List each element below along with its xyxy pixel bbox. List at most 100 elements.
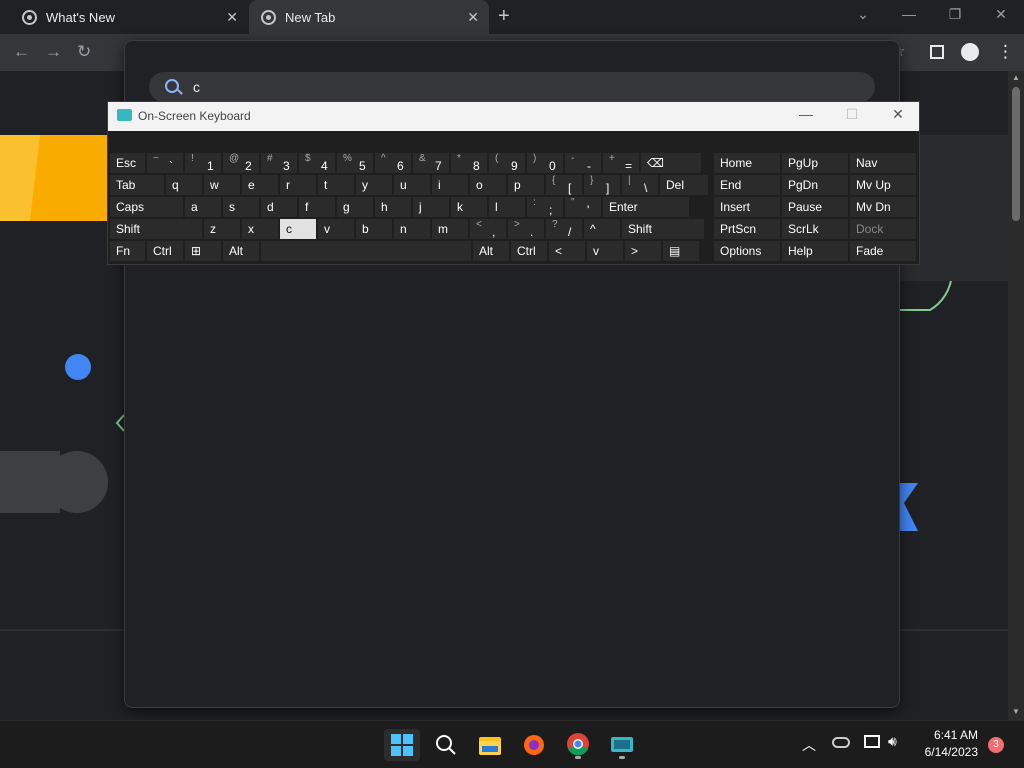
key-pgdn[interactable]: PgDn — [782, 175, 848, 195]
key-symbol[interactable]: " ' — [565, 197, 601, 217]
key-v[interactable]: v — [587, 241, 623, 261]
page-scrollbar[interactable]: ▲ ▼ — [1008, 71, 1024, 720]
key-6[interactable]: ^ 6 — [375, 153, 411, 173]
key-5[interactable]: % 5 — [337, 153, 373, 173]
key-3[interactable]: #3 — [261, 153, 297, 173]
key-symbol[interactable]: ~ ` — [147, 153, 183, 173]
key-alt[interactable]: Alt — [473, 241, 509, 261]
osk-minimize-icon[interactable]: — — [786, 106, 826, 128]
key-enter[interactable]: Enter — [603, 197, 689, 217]
key-up[interactable]: ^ — [584, 219, 620, 239]
key-m[interactable]: m — [432, 219, 468, 239]
key-symbol[interactable]: <, — [470, 219, 506, 239]
key-right[interactable]: > — [625, 241, 661, 261]
search-button[interactable] — [428, 729, 464, 761]
back-icon[interactable]: ← — [13, 42, 30, 62]
key-7[interactable]: & 7 — [413, 153, 449, 173]
key-j[interactable]: j — [413, 197, 449, 217]
close-tab-icon[interactable]: ✕ — [467, 9, 479, 26]
key-t[interactable]: t — [318, 175, 354, 195]
key-end[interactable]: End — [714, 175, 780, 195]
key-a[interactable]: a — [185, 197, 221, 217]
key-s[interactable]: s — [223, 197, 259, 217]
key-symbol[interactable]: >. — [508, 219, 544, 239]
key-help[interactable]: Help — [782, 241, 848, 261]
tab-whats-new[interactable]: What's New ✕ — [10, 0, 248, 34]
key-e[interactable]: e — [242, 175, 278, 195]
key-del[interactable]: Del — [660, 175, 708, 195]
key-mv-up[interactable]: Mv Up — [850, 175, 916, 195]
osk-title-bar[interactable]: On-Screen Keyboard — ☐ ✕ — [108, 102, 919, 131]
key-fn[interactable]: Fn — [110, 241, 145, 261]
tab-search-icon[interactable]: ⌄ — [840, 6, 886, 23]
key-prtscn[interactable]: PrtScn — [714, 219, 780, 239]
key-2[interactable]: @2 — [223, 153, 259, 173]
reload-icon[interactable]: ↻ — [77, 42, 91, 62]
chrome-button[interactable] — [560, 729, 596, 761]
key-ctrl[interactable]: Ctrl — [147, 241, 183, 261]
profile-icon[interactable] — [961, 43, 979, 61]
key-left[interactable]: < — [549, 241, 585, 261]
key-backspace[interactable]: ⌫ — [641, 153, 701, 173]
tab-new-tab[interactable]: New Tab ✕ — [249, 0, 489, 34]
volume-icon[interactable]: 🔊︎ — [888, 733, 897, 750]
key-v[interactable]: v — [318, 219, 354, 239]
menu-icon[interactable]: ⋮ — [997, 42, 1014, 62]
osk-close-icon[interactable]: ✕ — [878, 106, 918, 128]
key-z[interactable]: z — [204, 219, 240, 239]
key-ctrl[interactable]: Ctrl — [511, 241, 547, 261]
forward-icon[interactable]: → — [45, 42, 62, 62]
scroll-up-icon[interactable]: ▲ — [1012, 73, 1020, 82]
key-symbol[interactable]: -- — [565, 153, 601, 173]
key-n[interactable]: n — [394, 219, 430, 239]
key-k[interactable]: k — [451, 197, 487, 217]
osk-maximize-icon[interactable]: ☐ — [832, 106, 872, 128]
key-shift[interactable]: Shift — [110, 219, 202, 239]
network-icon[interactable] — [864, 735, 880, 748]
key-pause[interactable]: Pause — [782, 197, 848, 217]
key-insert[interactable]: Insert — [714, 197, 780, 217]
key-1[interactable]: ! 1 — [185, 153, 221, 173]
key-w[interactable]: w — [204, 175, 240, 195]
key-tab[interactable]: Tab — [110, 175, 164, 195]
key-f[interactable]: f — [299, 197, 335, 217]
key-symbol[interactable]: ? / — [546, 219, 582, 239]
key-esc[interactable]: Esc — [110, 153, 145, 173]
key-alt[interactable]: Alt — [223, 241, 259, 261]
key-fade[interactable]: Fade — [850, 241, 916, 261]
key-windows[interactable]: ⊞ — [185, 241, 221, 261]
onedrive-icon[interactable] — [832, 737, 850, 748]
key-symbol[interactable]: :; — [527, 197, 563, 217]
key-nav[interactable]: Nav — [850, 153, 916, 173]
close-tab-icon[interactable]: ✕ — [226, 9, 238, 26]
key-symbol[interactable]: }] — [584, 175, 620, 195]
close-window-icon[interactable]: ✕ — [978, 6, 1024, 23]
key-x[interactable]: x — [242, 219, 278, 239]
key-u[interactable]: u — [394, 175, 430, 195]
key-options[interactable]: Options — [714, 241, 780, 261]
key-0[interactable]: ) 0 — [527, 153, 563, 173]
key-d[interactable]: d — [261, 197, 297, 217]
key-caps[interactable]: Caps — [110, 197, 183, 217]
key-q[interactable]: q — [166, 175, 202, 195]
key-shift[interactable]: Shift — [622, 219, 704, 239]
chevron-up-icon[interactable]: ︿ — [802, 735, 816, 755]
omnibox-input[interactable]: c — [149, 72, 875, 102]
key-r[interactable]: r — [280, 175, 316, 195]
key-pgup[interactable]: PgUp — [782, 153, 848, 173]
key-p[interactable]: p — [508, 175, 544, 195]
start-button[interactable] — [384, 729, 420, 761]
restore-icon[interactable]: ❐ — [932, 6, 978, 23]
key-dock[interactable]: Dock — [850, 219, 916, 239]
key-mv-dn[interactable]: Mv Dn — [850, 197, 916, 217]
key-4[interactable]: $4 — [299, 153, 335, 173]
key-l[interactable]: l — [489, 197, 525, 217]
key-h[interactable]: h — [375, 197, 411, 217]
key-g[interactable]: g — [337, 197, 373, 217]
key-8[interactable]: * 8 — [451, 153, 487, 173]
scroll-down-icon[interactable]: ▼ — [1012, 707, 1020, 716]
key-b[interactable]: b — [356, 219, 392, 239]
side-panel-icon[interactable] — [930, 45, 944, 59]
minimize-icon[interactable]: — — [886, 6, 932, 22]
new-tab-icon[interactable]: + — [498, 5, 510, 28]
